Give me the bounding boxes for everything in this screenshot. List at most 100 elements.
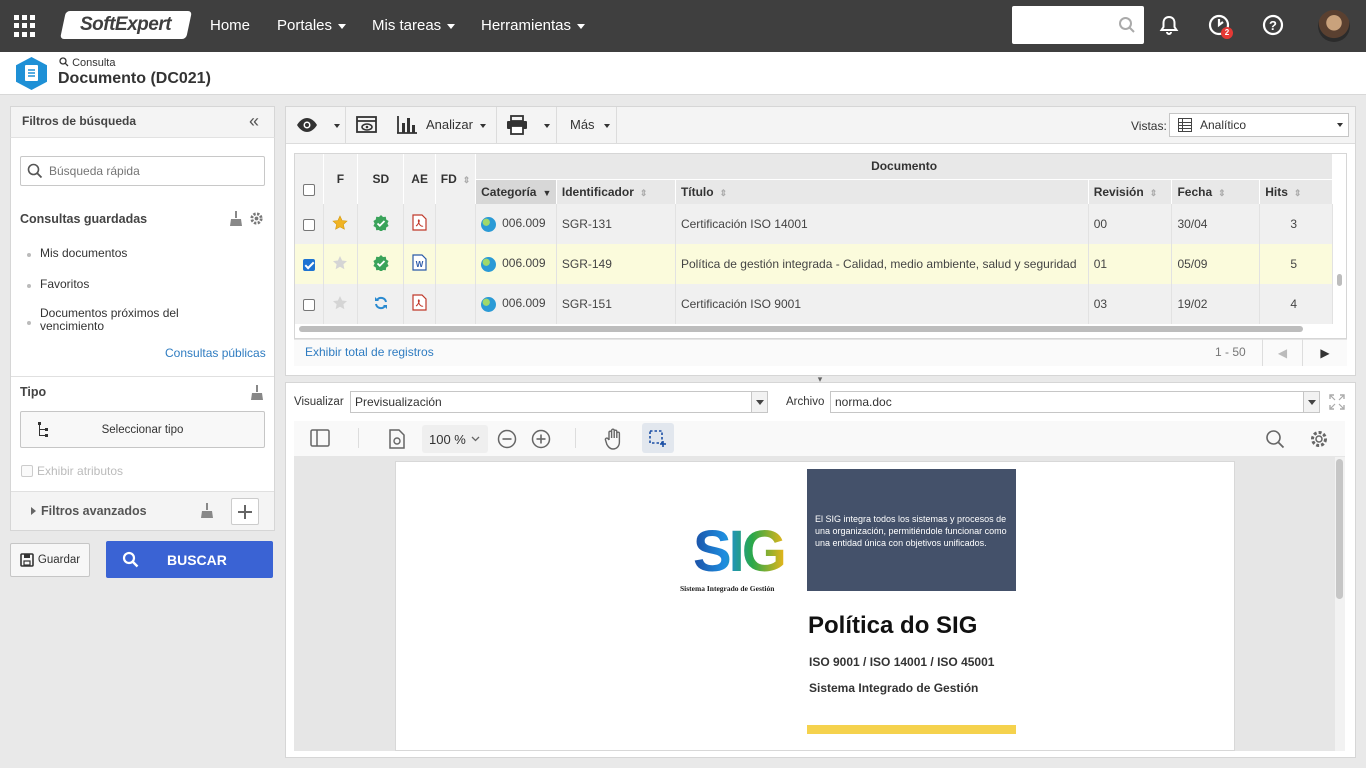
col-sd[interactable]: SD	[357, 154, 405, 204]
star-filled-icon[interactable]	[332, 214, 349, 231]
nav-mis-tareas[interactable]: Mis tareas	[372, 0, 456, 52]
save-button[interactable]: Guardar	[10, 543, 90, 577]
task-count-badge: 2	[1221, 27, 1233, 39]
document-intro-text: El SIG integra todos los sistemas y proc…	[815, 514, 1007, 548]
saved-query-mis-documentos[interactable]: Mis documentos	[40, 246, 127, 260]
sort-icon: ⇕	[1293, 187, 1302, 198]
select-type-button[interactable]: Seleccionar tipo	[20, 411, 265, 448]
softexpert-logo[interactable]: SoftExpert	[60, 11, 192, 39]
select-type-label: Seleccionar tipo	[101, 423, 184, 436]
advanced-filters-label[interactable]: Filtros avanzados	[41, 504, 147, 518]
analyze-menu[interactable]: Analizar	[426, 117, 486, 132]
show-total-records-link[interactable]: Exhibir total de registros	[305, 345, 434, 359]
apps-grid-icon[interactable]	[14, 15, 36, 37]
saved-queries-label: Consultas guardadas	[20, 212, 148, 226]
svg-text:W: W	[416, 260, 424, 269]
broom-icon[interactable]	[201, 503, 213, 521]
col-fd[interactable]: FD ⇕	[435, 154, 477, 204]
chevron-down-icon[interactable]	[334, 124, 340, 128]
row-checkbox-checked[interactable]	[302, 258, 315, 271]
help-icon[interactable]: ?	[1261, 13, 1285, 40]
pdf-file-icon[interactable]	[412, 214, 427, 231]
col-titulo[interactable]: Título ⇕	[675, 179, 1089, 204]
caret-right-icon: ▶	[1320, 345, 1330, 360]
cell-revision: 03	[1088, 284, 1173, 324]
more-menu[interactable]: Más	[570, 117, 611, 132]
sig-logo: SIG	[693, 519, 787, 584]
marquee-select-button[interactable]	[642, 423, 674, 453]
analyze-label: Analizar	[426, 117, 473, 132]
table-vertical-scrollbar[interactable]	[1337, 274, 1342, 286]
quick-search-input[interactable]	[20, 156, 265, 186]
gear-icon[interactable]	[1309, 429, 1329, 452]
col-identificador-label: Identificador	[561, 184, 634, 199]
broom-icon[interactable]	[230, 211, 242, 229]
eye-icon[interactable]	[296, 116, 318, 137]
viewer-scrollbar-thumb[interactable]	[1336, 459, 1343, 599]
col-revision[interactable]: Revisión ⇕	[1088, 179, 1173, 204]
star-outline-icon[interactable]	[332, 255, 348, 271]
globe-icon	[481, 256, 497, 272]
zoom-out-icon[interactable]	[497, 429, 517, 452]
list-bullet	[27, 321, 31, 325]
public-queries-link[interactable]: Consultas públicas	[165, 346, 266, 360]
show-attributes-checkbox[interactable]	[21, 465, 33, 477]
search-icon[interactable]	[1265, 429, 1285, 452]
views-value: Analítico	[1200, 118, 1247, 132]
sort-desc-icon: ▼	[542, 187, 552, 198]
search-icon[interactable]	[1118, 16, 1136, 37]
marquee-select-icon	[649, 430, 666, 447]
breadcrumb[interactable]: Consulta	[59, 57, 115, 69]
hand-pan-icon[interactable]	[604, 428, 624, 453]
toolbar-divider	[358, 428, 359, 448]
col-fecha[interactable]: Fecha ⇕	[1171, 179, 1261, 204]
nav-home-label: Home	[210, 17, 251, 34]
user-avatar[interactable]	[1318, 10, 1350, 42]
gear-icon[interactable]	[249, 211, 264, 229]
table-row[interactable]: 006.009 SGR-131 Certificación ISO 14001 …	[295, 204, 1333, 244]
col-f[interactable]: F	[323, 154, 359, 204]
nav-portales[interactable]: Portales	[277, 0, 347, 52]
zoom-in-icon[interactable]	[531, 429, 551, 452]
next-page-button[interactable]: ▶	[1302, 339, 1347, 366]
printer-icon[interactable]	[506, 115, 528, 138]
col-categoria[interactable]: Categoría ▼	[475, 179, 557, 204]
col-ae[interactable]: AE	[403, 154, 436, 204]
col-hits[interactable]: Hits ⇕	[1259, 179, 1333, 204]
bar-chart-icon[interactable]	[396, 114, 418, 137]
preview-window-icon[interactable]	[356, 115, 378, 138]
nav-home[interactable]: Home	[210, 0, 250, 52]
table-row[interactable]: W 006.009 SGR-149 Política de gestión in…	[295, 244, 1333, 284]
view-mode-select[interactable]: Previsualización	[350, 391, 768, 413]
select-all-cell	[295, 154, 324, 204]
page-fit-icon[interactable]	[388, 429, 406, 452]
toolbar-divider	[575, 428, 576, 448]
table-horizontal-scrollbar[interactable]	[299, 326, 1303, 332]
nav-herramientas[interactable]: Herramientas	[481, 0, 586, 52]
bell-icon[interactable]	[1158, 14, 1180, 39]
star-outline-icon[interactable]	[332, 295, 348, 311]
row-checkbox[interactable]	[302, 298, 315, 311]
sidebar-toggle-icon[interactable]	[310, 429, 330, 450]
search-button[interactable]: BUSCAR	[106, 541, 273, 578]
collapse-panel-icon[interactable]: «	[249, 112, 259, 130]
saved-query-favoritos[interactable]: Favoritos	[40, 277, 89, 291]
expand-icon[interactable]	[1329, 394, 1345, 413]
saved-query-proximos-vencimiento[interactable]: Documentos próximos del vencimiento	[40, 307, 210, 333]
table-row[interactable]: 006.009 SGR-151 Certificación ISO 9001 0…	[295, 284, 1333, 324]
search-icon	[122, 551, 139, 568]
pdf-file-icon[interactable]	[412, 294, 427, 311]
previous-page-button[interactable]: ◀	[1262, 339, 1302, 366]
col-identificador[interactable]: Identificador ⇕	[556, 179, 676, 204]
views-select[interactable]: Analítico	[1169, 113, 1349, 137]
zoom-select[interactable]: 100 %	[422, 425, 488, 453]
cell-identifier: SGR-149	[556, 244, 676, 284]
row-checkbox[interactable]	[302, 218, 315, 231]
broom-icon[interactable]	[251, 385, 263, 403]
chevron-down-icon[interactable]	[544, 124, 550, 128]
select-all-checkbox[interactable]	[302, 184, 315, 196]
word-file-icon[interactable]: W	[412, 254, 427, 271]
add-filter-button[interactable]	[231, 498, 259, 525]
file-select[interactable]: norma.doc	[830, 391, 1320, 413]
document-group-label: Documento	[871, 159, 938, 174]
